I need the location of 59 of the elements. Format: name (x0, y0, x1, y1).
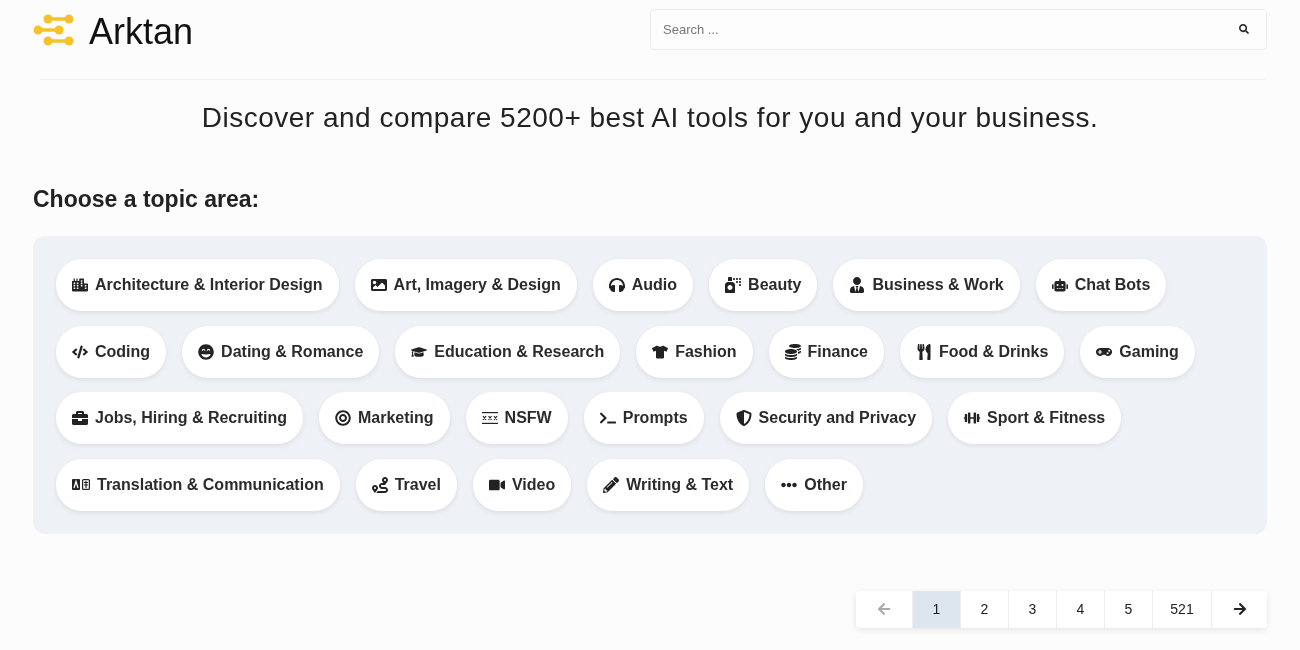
topic-button[interactable]: Writing & Text (587, 458, 750, 511)
page-button[interactable]: 4 (1056, 590, 1104, 628)
dumbbell-icon (964, 410, 981, 426)
page-button[interactable]: 5 (1104, 590, 1152, 628)
topic-button[interactable]: NSFW (465, 392, 568, 444)
section-heading: Choose a topic area: (33, 185, 261, 213)
terminal-icon (599, 410, 616, 426)
topic-button[interactable]: Food & Drinks (900, 325, 1065, 378)
arrow-right-icon (1232, 602, 1247, 616)
topic-button[interactable]: Audio (592, 259, 694, 311)
smiley-icon (198, 343, 215, 360)
city-icon (72, 277, 88, 293)
pencil-icon (603, 476, 620, 493)
topic-button[interactable]: Travel (355, 458, 457, 511)
robot-icon (1051, 277, 1068, 293)
tshirt-icon (652, 343, 669, 360)
topic-button[interactable]: Other (765, 458, 863, 511)
topic-button[interactable]: Coding (56, 325, 167, 378)
topic-button[interactable]: Beauty (709, 259, 818, 311)
logo-icon (33, 13, 74, 46)
arrow-left-icon (877, 602, 891, 616)
topic-button[interactable]: Architecture & Interior Design (56, 259, 339, 311)
page-button[interactable]: 2 (960, 590, 1008, 628)
headphones-icon (608, 277, 625, 293)
person-icon (849, 277, 866, 293)
x-marks-icon (481, 412, 498, 424)
topic-button[interactable]: Video (472, 458, 572, 511)
target-icon (335, 410, 351, 426)
spray-bottle-icon (725, 277, 742, 293)
topic-button[interactable]: Dating & Romance (182, 325, 380, 378)
tagline: Discover and compare 5200+ best AI tools for you and your business. (200, 102, 1100, 134)
fork-knife-icon (916, 343, 932, 360)
topic-button[interactable]: Fashion (636, 325, 753, 378)
coins-icon (784, 343, 801, 360)
shield-icon (735, 410, 752, 426)
topic-button[interactable]: Translation & Communication (56, 458, 340, 511)
page-button[interactable]: 1 (912, 590, 960, 628)
code-icon (72, 343, 88, 360)
topic-button[interactable]: Business & Work (833, 259, 1020, 311)
topic-button[interactable]: Finance (768, 325, 884, 378)
page-button[interactable]: 521 (1152, 590, 1211, 628)
route-icon (371, 476, 388, 493)
briefcase-icon (72, 410, 88, 426)
topic-button[interactable]: Gaming (1080, 325, 1195, 378)
topic-button[interactable]: Security and Privacy (719, 392, 933, 444)
topic-button[interactable]: Marketing (319, 392, 450, 444)
two-squares-icon (72, 479, 90, 490)
topic-button[interactable]: Prompts (583, 392, 704, 444)
search-field[interactable]: Search ... (650, 9, 1267, 50)
image-icon (370, 277, 387, 293)
topic-button[interactable]: Art, Imagery & Design (354, 259, 577, 311)
next-page-button[interactable] (1211, 590, 1267, 628)
search-icon[interactable] (1239, 24, 1249, 34)
page-button[interactable]: 3 (1008, 590, 1056, 628)
topic-button[interactable]: Jobs, Hiring & Recruiting (56, 392, 303, 444)
topic-button[interactable]: Chat Bots (1035, 259, 1167, 311)
brand-name[interactable]: Arktan (89, 11, 194, 52)
topic-button[interactable]: Education & Research (395, 325, 621, 378)
topic-button[interactable]: Sport & Fitness (948, 392, 1122, 444)
